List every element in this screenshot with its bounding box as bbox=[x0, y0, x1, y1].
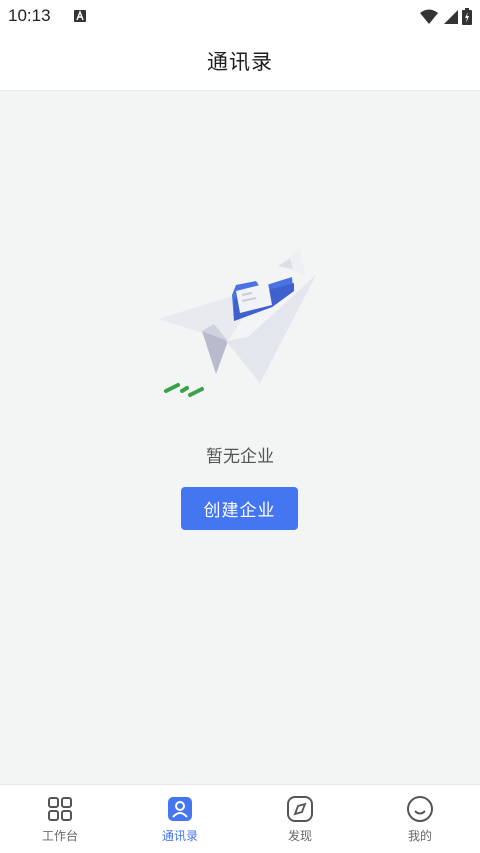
tab-label-contacts: 通讯录 bbox=[161, 829, 198, 843]
compass-icon bbox=[287, 796, 313, 822]
status-time: 10:13 bbox=[8, 6, 51, 25]
smile-icon bbox=[407, 796, 433, 822]
battery-icon bbox=[462, 8, 472, 25]
status-icons bbox=[420, 8, 472, 25]
tab-discover[interactable]: 发现 bbox=[240, 785, 360, 853]
tab-label-mine: 我的 bbox=[407, 829, 432, 843]
header: 通讯录 bbox=[0, 32, 480, 91]
page-title: 通讯录 bbox=[207, 50, 273, 74]
signal-icon bbox=[444, 9, 458, 24]
tab-mine[interactable]: 我的 bbox=[360, 785, 480, 853]
contact-icon bbox=[168, 797, 192, 821]
tab-label-workbench: 工作台 bbox=[41, 829, 78, 843]
tab-contacts[interactable]: 通讯录 bbox=[120, 785, 240, 853]
grid-icon bbox=[48, 797, 72, 821]
notification-a-icon bbox=[74, 10, 86, 22]
tab-workbench[interactable]: 工作台 bbox=[0, 785, 120, 853]
paper-plane-illustration bbox=[158, 249, 316, 397]
empty-message: 暂无企业 bbox=[206, 447, 274, 467]
tab-label-discover: 发现 bbox=[287, 829, 312, 843]
create-company-button[interactable]: 创建企业 bbox=[181, 487, 298, 530]
status-bar: 10:13 bbox=[0, 0, 480, 32]
bottom-tabbar: 工作台 通讯录 发现 我的 bbox=[0, 784, 480, 853]
content-area: 暂无企业 创建企业 bbox=[0, 91, 480, 784]
wifi-icon bbox=[420, 9, 438, 24]
